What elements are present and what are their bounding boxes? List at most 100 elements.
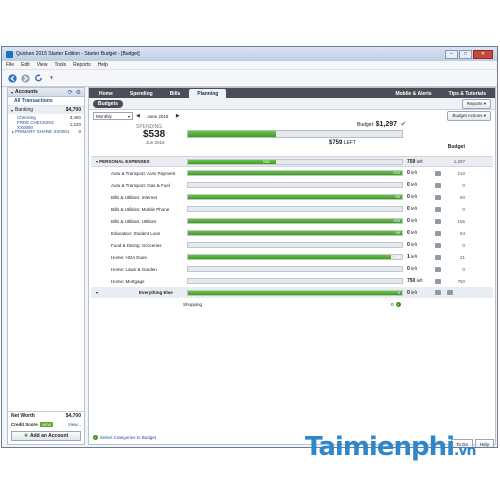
minimize-button[interactable]: – xyxy=(445,49,458,59)
category-row[interactable]: Auto & Transport: Auto Payment 210 0 left 2… xyxy=(91,167,493,179)
next-month-icon[interactable]: ▶ xyxy=(176,113,180,119)
help-button[interactable]: Help xyxy=(474,439,494,447)
menu-help[interactable]: Help xyxy=(98,62,108,68)
reports-button[interactable]: Reports ▾ xyxy=(461,98,491,109)
calendar-icon[interactable] xyxy=(435,266,441,272)
calendar-icon[interactable] xyxy=(435,254,441,260)
shopping-value: 0 + xyxy=(391,301,401,307)
personal-expenses-row[interactable]: ▾ PERSONAL EXPENSES 538 759 left 1,297 xyxy=(91,156,493,167)
calendar-icon[interactable] xyxy=(435,194,441,200)
tab-mobile-alerts[interactable]: Mobile & Alerts xyxy=(387,89,439,98)
menu-reports[interactable]: Reports xyxy=(73,62,91,68)
calendar-icon[interactable] xyxy=(435,170,441,176)
category-row[interactable]: Food & Dining: Groceries 0 left 0 xyxy=(91,239,493,251)
remaining-amount: 1 left xyxy=(407,254,418,260)
category-bar: 155 xyxy=(187,218,403,224)
category-bar: 0 xyxy=(187,289,403,296)
category-row[interactable]: Bills & Utilities: Utilities 155 0 left 155 xyxy=(91,215,493,227)
check-icon: ✔ xyxy=(400,121,407,128)
category-row[interactable]: Bills & Utilities: Mobile Phone 0 left 0 xyxy=(91,203,493,215)
remaining-amount: 750 left xyxy=(407,278,423,284)
category-bar-fill xyxy=(188,290,402,295)
budget-actions-button[interactable]: Budget Actions ▾ xyxy=(447,111,491,121)
prev-month-icon[interactable]: ◀ xyxy=(136,113,140,119)
refresh-accounts-icon[interactable]: ⟳ xyxy=(68,89,73,96)
gear-icon[interactable]: ⚙ xyxy=(76,89,81,96)
category-table: Budget ▾ PERSONAL EXPENSES 538 759 left … xyxy=(91,144,493,310)
remaining-amount: 759 left xyxy=(407,158,423,165)
remaining-amount: 0 left xyxy=(407,230,418,236)
expand-triangle-icon[interactable]: ▾ xyxy=(11,108,13,113)
category-row[interactable]: Home: Mortgage 750 left 750 xyxy=(91,275,493,287)
expand-triangle-icon[interactable]: ▸ xyxy=(12,129,14,134)
bar-value-label: 20 xyxy=(395,254,400,259)
close-button[interactable]: ✕ xyxy=(473,49,493,59)
banking-group[interactable]: ▾ Banking $4,700 xyxy=(8,106,84,114)
category-name: Auto & Transport: Gas & Fuel xyxy=(111,182,170,188)
maximize-button[interactable]: □ xyxy=(459,49,472,59)
calendar-icon[interactable] xyxy=(435,182,441,188)
refresh-icon[interactable] xyxy=(34,73,43,83)
menu-file[interactable]: File xyxy=(6,62,14,68)
settings-icon[interactable] xyxy=(447,290,453,295)
category-name: Home: Lawn & Garden xyxy=(111,266,157,272)
tab-spending[interactable]: Spending xyxy=(122,89,161,98)
expand-triangle-icon[interactable]: ▾ xyxy=(96,290,98,295)
quicken-window: Quicken 2015 Starter Edition - Starter B… xyxy=(1,46,498,448)
account-item[interactable]: ▸ PRIMARY SHARE XX0001 0 xyxy=(8,128,84,135)
period-select[interactable]: Monthly ▾ xyxy=(93,112,133,120)
calendar-icon[interactable] xyxy=(435,242,441,248)
category-bar-fill xyxy=(188,195,402,199)
budget-subbar: Budgets Reports ▾ xyxy=(89,98,495,110)
tab-tips-tutorials[interactable]: Tips & Tutorials xyxy=(441,89,494,98)
budgets-pill[interactable]: Budgets xyxy=(93,99,123,108)
tab-bills[interactable]: Bills xyxy=(162,89,189,98)
account-item[interactable]: FREE CHECKING XX0090 1,220 xyxy=(8,120,84,130)
budget-amount: 210 xyxy=(457,170,465,176)
budget-amount: 21 xyxy=(459,254,465,260)
category-bar-fill xyxy=(188,255,392,259)
calendar-icon[interactable] xyxy=(435,230,441,236)
chevron-down-icon[interactable]: ▾ xyxy=(47,74,56,83)
select-categories-label: Select Categories to Budget xyxy=(100,435,157,440)
menu-view[interactable]: View xyxy=(37,62,48,68)
category-row[interactable]: Home: Lawn & Garden 0 left 0 xyxy=(91,263,493,275)
left-value: $759 xyxy=(329,140,343,146)
select-categories-link[interactable]: + Select Categories to Budget xyxy=(93,435,156,440)
accounts-header: ▾ Accounts ⟳ ⚙ xyxy=(8,88,84,97)
all-transactions-link[interactable]: All Transactions xyxy=(8,97,84,106)
everything-else-row[interactable]: ▾ Everything Else 0 0 left xyxy=(91,287,493,298)
budget-amount: 1,297 xyxy=(453,159,465,164)
category-bar-fill xyxy=(188,171,402,175)
category-row[interactable]: Auto & Transport: Gas & Fuel 0 left 0 xyxy=(91,179,493,191)
tab-home[interactable]: Home xyxy=(91,89,121,98)
back-arrow-icon[interactable] xyxy=(8,73,17,83)
overall-progress-bar xyxy=(187,130,403,138)
calendar-icon[interactable] xyxy=(435,206,441,212)
calendar-icon[interactable] xyxy=(435,218,441,224)
budget-amount: 0 xyxy=(462,242,465,248)
accounts-title: Accounts xyxy=(15,89,38,95)
credit-score-view-link[interactable]: View... xyxy=(68,422,81,427)
budget-amount: 54 xyxy=(459,230,465,236)
add-account-button[interactable]: ✚ Add an Account xyxy=(11,431,81,441)
menu-tools[interactable]: Tools xyxy=(54,62,66,68)
category-name: Bills & Utilities: Mobile Phone xyxy=(111,206,170,212)
collapse-triangle-icon[interactable]: ▾ xyxy=(11,90,13,95)
add-icon[interactable]: + xyxy=(395,301,401,307)
left-label: LEFT xyxy=(343,140,356,146)
sidebar-footer: Net Worth $4,700 Credit Score NEW View..… xyxy=(8,411,84,444)
watermark-logo: Taimienphi.vn xyxy=(305,432,476,462)
category-row[interactable]: Education: Student Loan 54 0 left 54 xyxy=(91,227,493,239)
spending-value: $538 xyxy=(143,129,166,140)
calendar-icon[interactable] xyxy=(435,278,441,284)
category-row[interactable]: Bills & Utilities: Internet 60 0 left 60 xyxy=(91,191,493,203)
calendar-icon[interactable] xyxy=(435,290,441,295)
bar-value-label: 155 xyxy=(393,218,400,223)
tab-planning[interactable]: Planning xyxy=(189,89,227,98)
menu-edit[interactable]: Edit xyxy=(21,62,30,68)
category-row[interactable]: Home: HOA Dues 20 1 left 21 xyxy=(91,251,493,263)
shopping-row[interactable]: Shopping 0 + xyxy=(91,298,493,310)
forward-arrow-icon[interactable] xyxy=(21,73,30,83)
category-bar xyxy=(187,242,403,248)
